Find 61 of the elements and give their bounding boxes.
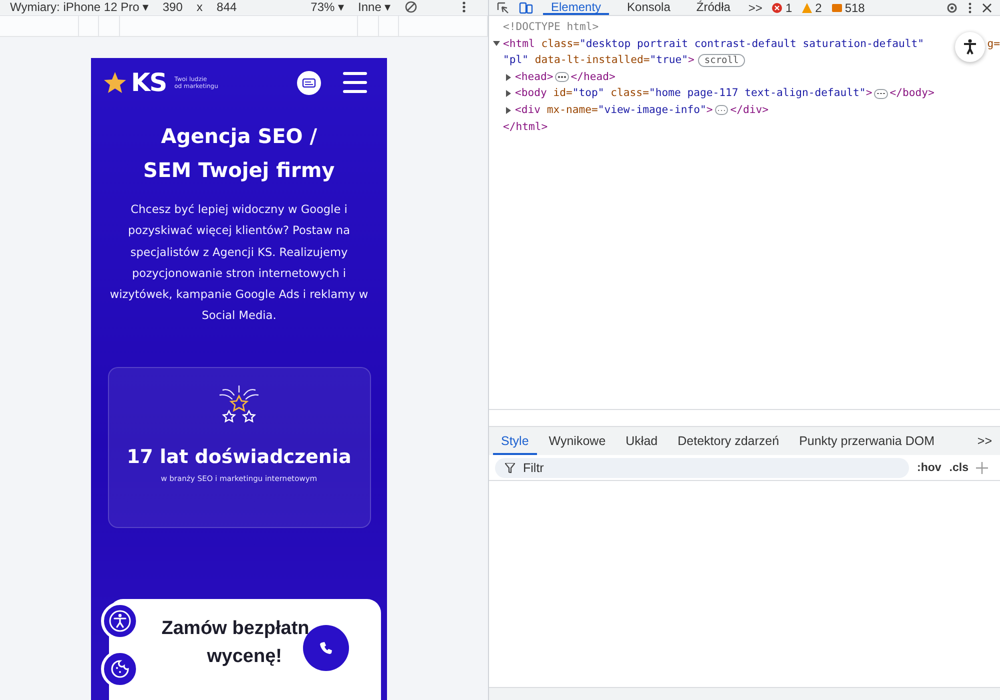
scroll-badge[interactable]: scroll: [698, 54, 745, 67]
sidebar-tab[interactable]: Układ: [618, 427, 666, 455]
info-icon: [832, 2, 842, 12]
dom-node-line[interactable]: "pl" data-lt-installed="true"> scroll: [503, 52, 1000, 69]
device-toolbar-icon[interactable]: [519, 2, 533, 14]
dimension-separator: x: [196, 0, 203, 14]
menu-icon[interactable]: [343, 72, 367, 93]
sidebar-tab[interactable]: Detektory zdarzeń: [670, 427, 788, 455]
zoom-dropdown[interactable]: 73% ▾: [310, 0, 344, 14]
dom-node-line[interactable]: <div mx-name="view-image-info"> </div>: [515, 102, 1000, 119]
accessibility-button[interactable]: [955, 32, 985, 62]
panel-tab[interactable]: Konsola: [619, 0, 678, 15]
hero-description: Chcesz być lepiej widoczny w Google i pozyskiwać więcej klientów? Postaw na specjalistów z Agencji KS. Realizujemy pozycjonowanie stron internetowych i wizytówek, kampanie Google Ads i reklamy w Social Media.: [108, 202, 370, 324]
width-value[interactable]: 390: [162, 0, 183, 14]
error-icon: [772, 2, 782, 12]
inspect-icon[interactable]: [497, 2, 509, 14]
logo[interactable]: KS: [131, 70, 166, 95]
collapsed-content-button[interactable]: [555, 72, 569, 82]
sidebar-tab[interactable]: Punkty przerwania DOM: [791, 427, 943, 455]
filter-icon: [505, 462, 515, 472]
collapsed-content-button[interactable]: [874, 88, 888, 99]
sidebar-tab[interactable]: Style: [493, 427, 537, 455]
sidebar-tab[interactable]: Wynikowe: [540, 427, 614, 455]
error-counter[interactable]: 1: [772, 0, 792, 14]
collapsed-arrow-icon[interactable]: [505, 90, 513, 98]
class-toggle[interactable]: .cls: [949, 462, 968, 474]
warning-counter[interactable]: 2: [802, 0, 822, 14]
add-rule-icon[interactable]: [976, 462, 988, 474]
dom-node-line[interactable]: <head> </head>: [515, 68, 1000, 86]
panel-tab[interactable]: Elementy: [543, 0, 610, 15]
close-icon[interactable]: [982, 2, 992, 12]
dom-node-line[interactable]: <body id="top" class="home page-117 text-align-default"> </body>: [515, 85, 1000, 102]
contact-card-icon[interactable]: [297, 70, 321, 94]
more-tabs-button[interactable]: >>: [977, 434, 996, 448]
info-counter[interactable]: 518: [832, 0, 865, 14]
collapsed-arrow-icon[interactable]: [505, 74, 513, 81]
panel-tab[interactable]: Źródła: [688, 0, 738, 15]
warning-icon: [802, 2, 812, 12]
quote-heading: wycenę!: [207, 644, 282, 669]
phone-icon: [319, 641, 333, 655]
settings-icon[interactable]: [946, 2, 958, 14]
dom-node-line[interactable]: <!DOCTYPE html>: [503, 19, 1000, 36]
expanded-arrow-icon[interactable]: [493, 40, 501, 48]
height-value[interactable]: 844: [216, 0, 237, 14]
hero-title: Agencja SEO / SEM Twojej firmy: [142, 123, 336, 184]
cookie-icon: [110, 659, 130, 679]
more-tabs-button[interactable]: >>: [748, 0, 762, 14]
dom-node-line[interactable]: </html>: [503, 118, 1000, 136]
dom-node-line[interactable]: <html class="desktop portrait contrast-default saturation-default" g=: [503, 36, 1000, 52]
throttle-dropdown[interactable]: Inne ▾: [358, 0, 391, 14]
device-dropdown[interactable]: Wymiary: iPhone 12 Pro ▾: [10, 0, 149, 14]
star-logo-icon: [103, 71, 127, 94]
more-icon[interactable]: [462, 1, 466, 13]
filter-field[interactable]: Filtr: [495, 458, 909, 478]
accessibility-icon: [109, 610, 131, 632]
collapsed-arrow-icon[interactable]: [505, 106, 513, 114]
accessibility-icon: [963, 39, 977, 55]
stat-value: 17 lat doświadczenia: [126, 446, 352, 468]
hover-state-toggle[interactable]: :hov: [917, 462, 942, 474]
more-icon[interactable]: [968, 2, 972, 14]
quote-heading: Zamów bezpłatn: [162, 616, 310, 641]
